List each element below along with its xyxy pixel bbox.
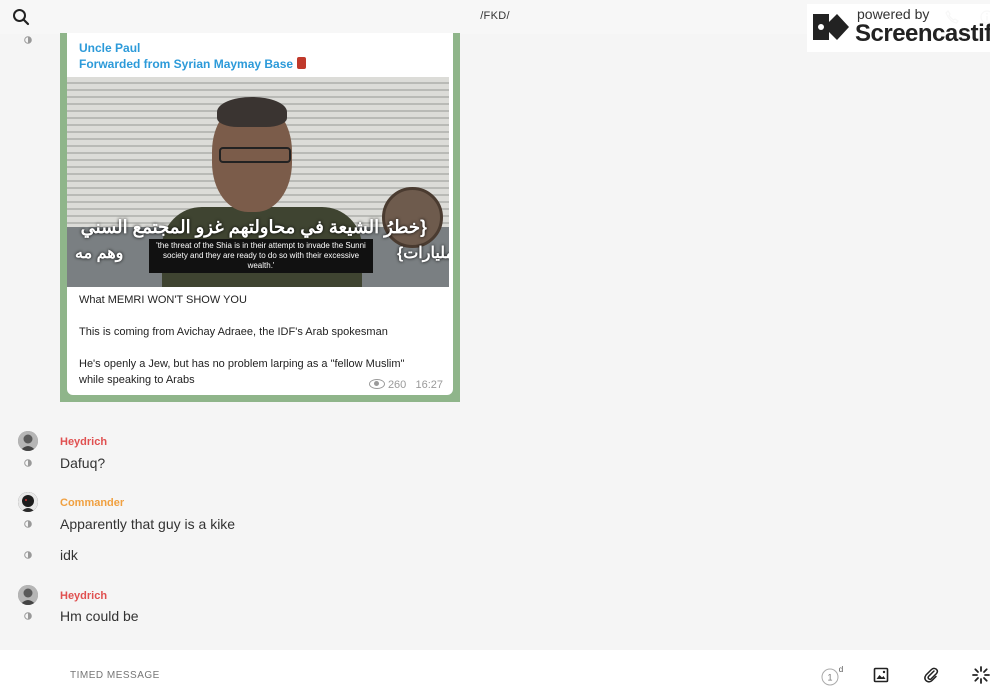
image-icon[interactable]: [873, 667, 889, 683]
message-meta: 260 16:27: [368, 379, 443, 391]
screencastify-logo-icon: [813, 14, 849, 40]
forwarded-from[interactable]: Forwarded from Syrian Maymay Base: [79, 57, 307, 71]
message-text: Dafuq?: [60, 455, 106, 471]
video-thumbnail[interactable]: {خطرُ الشيعة في محاولتهم غزو المجتمع الس…: [67, 77, 449, 287]
view-count: 260: [387, 379, 407, 391]
message-text: idk: [60, 547, 78, 563]
person-hair-shape: [217, 97, 287, 127]
screencastify-watermark: powered by Screencastify: [807, 4, 990, 52]
forward-text-line2: This is coming from Avichay Adraee, the …: [79, 326, 388, 338]
forwarded-message-body: Uncle Paul Forwarded from Syrian Maymay …: [67, 33, 453, 395]
message-time: 16:27: [415, 379, 443, 391]
sender-name[interactable]: Heydrich: [60, 436, 107, 448]
timer-value: 1: [827, 673, 832, 683]
sender-name[interactable]: Commander: [60, 497, 124, 509]
message-status-icon: [24, 551, 32, 559]
forward-author[interactable]: Uncle Paul: [79, 41, 140, 55]
arabic-caption-line1: {خطرُ الشيعة في محاولتهم غزو المجتمع الس…: [80, 217, 427, 237]
message-text: Hm could be: [60, 608, 139, 624]
jar-emoji-icon: [297, 57, 307, 69]
glasses-shape: [219, 147, 291, 163]
avatar-commander-icon: [18, 492, 38, 512]
eye-icon: [368, 379, 385, 389]
forward-text-line3: He's openly a Jew, but has no problem la…: [79, 358, 405, 370]
watermark-brand: Screencastify: [855, 20, 990, 47]
arabic-caption-line2-right: المليارات}: [397, 245, 449, 262]
message-status-icon: [24, 36, 32, 44]
paperclip-icon[interactable]: [923, 666, 939, 684]
arabic-caption-line2-left: وهم مه: [75, 245, 124, 262]
composer-bar: 1 d: [0, 650, 990, 700]
timer-icon[interactable]: 1 d: [820, 665, 844, 687]
timed-message-input[interactable]: [68, 669, 572, 682]
forwarded-message[interactable]: Uncle Paul Forwarded from Syrian Maymay …: [60, 33, 460, 402]
message-status-icon: [24, 612, 32, 620]
forwarded-from-label: Forwarded from Syrian Maymay Base: [79, 57, 294, 71]
forward-text-line1: What MEMRI WON'T SHOW YOU: [79, 294, 247, 306]
sender-name[interactable]: Heydrich: [60, 590, 107, 602]
spinner-icon[interactable]: [972, 666, 990, 684]
video-subtitle: 'the threat of the Shia is in their atte…: [149, 239, 373, 273]
forward-text-line4: while speaking to Arabs: [79, 374, 195, 386]
message-text: Apparently that guy is a kike: [60, 516, 236, 532]
message-status-icon: [24, 520, 32, 528]
avatar[interactable]: [18, 585, 38, 605]
timer-unit: d: [839, 665, 843, 674]
avatar-heydrich-icon: [18, 431, 38, 451]
avatar[interactable]: [18, 492, 38, 512]
message-status-icon: [24, 459, 32, 467]
avatar[interactable]: [18, 431, 38, 451]
avatar-heydrich-icon: [18, 585, 38, 605]
